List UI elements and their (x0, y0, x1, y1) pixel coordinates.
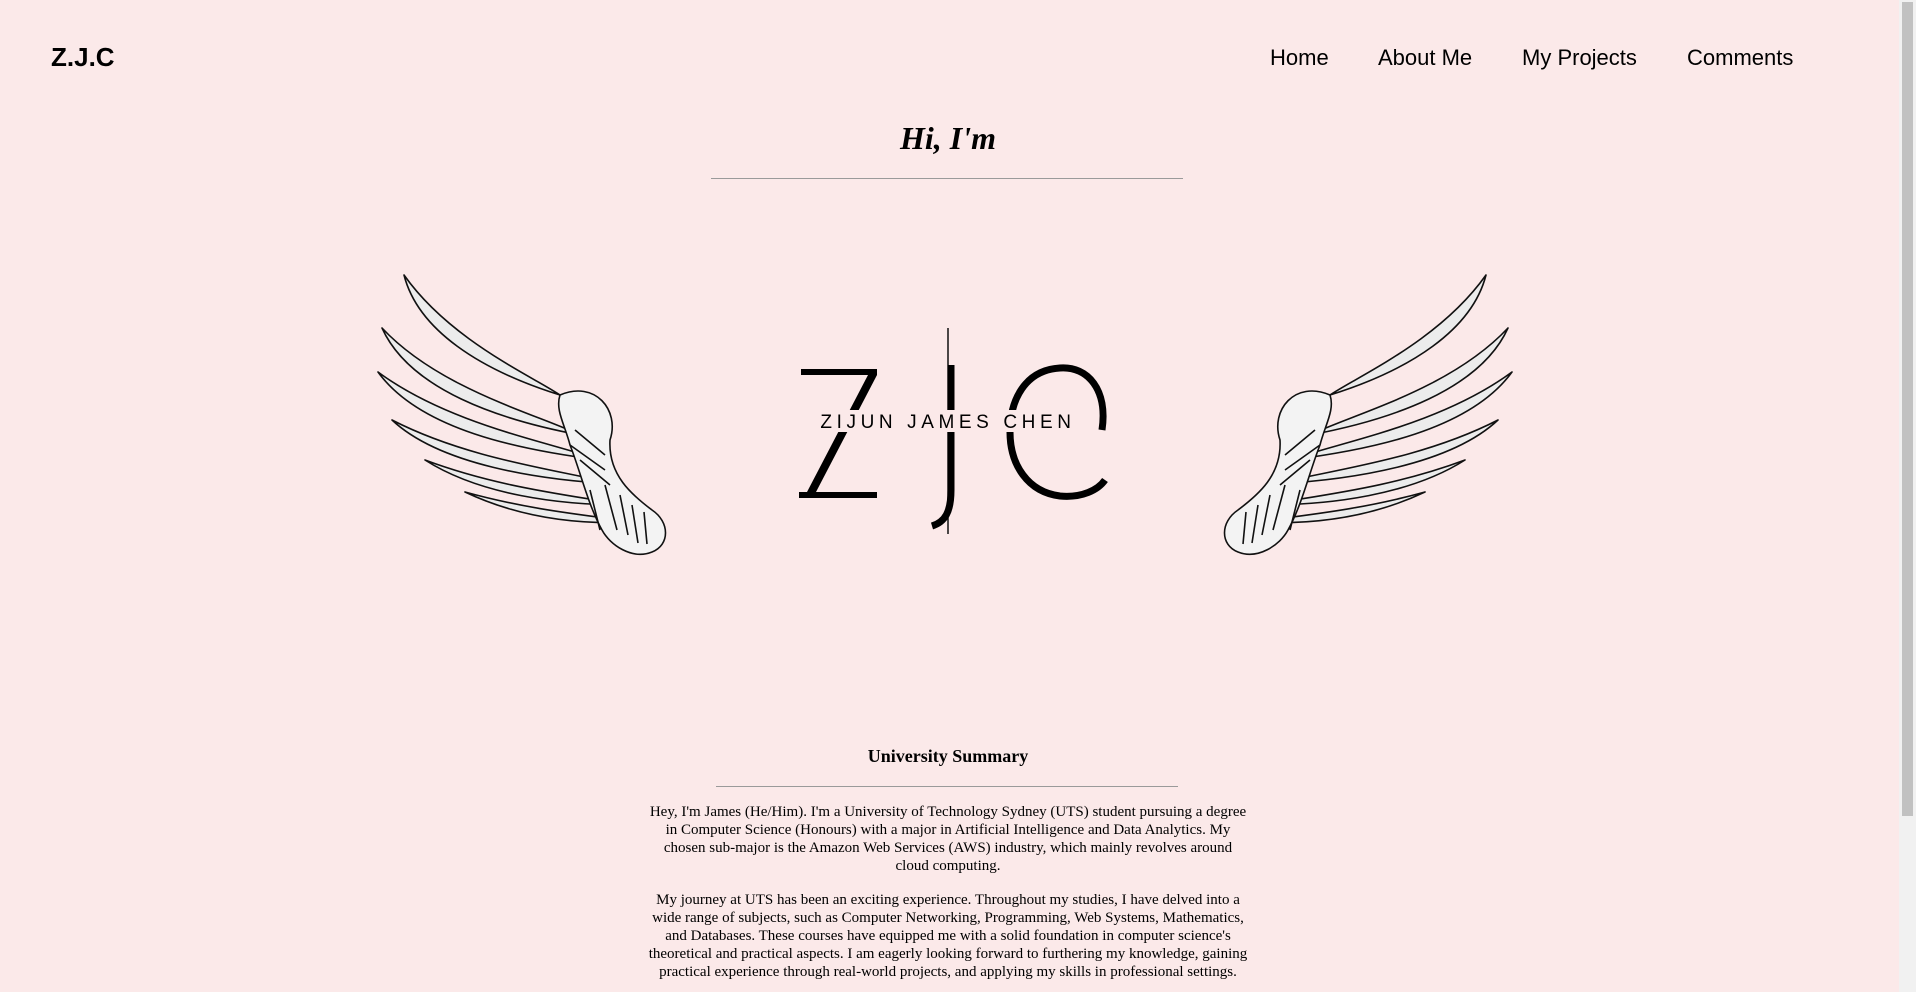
logo-name-text: ZIJUN JAMES CHEN (820, 412, 1075, 433)
main-nav: Home About Me My Projects Comments (0, 42, 1916, 76)
university-summary-body: Hey, I'm James (He/Him). I'm a Universit… (648, 803, 1248, 992)
nav-my-projects-link[interactable]: My Projects (1522, 42, 1637, 74)
zjc-wings-logo: ZIJUN JAMES CHEN (377, 274, 1513, 555)
right-wing-icon (1223, 274, 1513, 555)
nav-comments-link[interactable]: Comments (1687, 42, 1793, 74)
page-scrollbar[interactable] (1899, 0, 1916, 992)
summary-paragraph: Hey, I'm James (He/Him). I'm a Universit… (649, 804, 1247, 874)
nav-about-me-link[interactable]: About Me (1378, 42, 1472, 74)
monogram-z-mark (799, 369, 877, 498)
nav-home-link[interactable]: Home (1270, 42, 1329, 74)
scrollbar-thumb[interactable] (1902, 2, 1913, 816)
left-wing-icon (377, 274, 667, 555)
hero-divider (711, 178, 1183, 179)
summary-paragraph: My journey at UTS has been an exciting e… (648, 892, 1248, 980)
university-summary-title: University Summary (867, 746, 1029, 766)
hero-greeting: Hi, I'm (899, 120, 996, 156)
summary-divider (716, 786, 1178, 787)
